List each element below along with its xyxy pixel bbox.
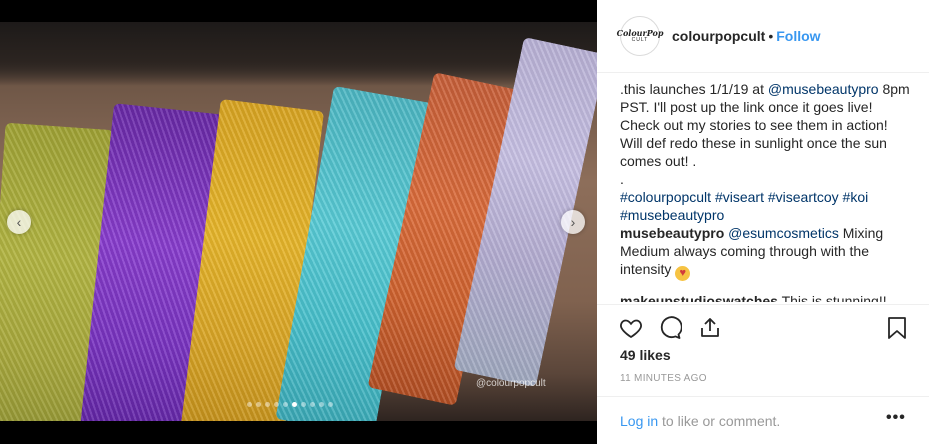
- post-footer: Log in to like or comment. •••: [597, 396, 929, 445]
- carousel-dot: [247, 402, 252, 407]
- comment-icon: [660, 316, 682, 339]
- previous-image-button[interactable]: ‹: [7, 210, 31, 234]
- chevron-left-icon: ‹: [16, 214, 22, 230]
- heart-icon: [620, 319, 642, 339]
- carousel-dot: [292, 402, 297, 407]
- comment: musebeautypro @esumcosmetics Mixing Medi…: [620, 224, 910, 281]
- instagram-post: @colourpopcult ‹ › ColourPop CULT colour…: [0, 0, 929, 444]
- caption-hashtags[interactable]: #colourpopcult #viseart #viseartcoy #koi…: [620, 188, 910, 224]
- comment-username[interactable]: musebeautypro: [620, 225, 724, 241]
- caption-text: .this launches 1/1/19 at @musebeautypro …: [620, 80, 910, 170]
- heart-eyes-emoji-icon: ♥: [675, 266, 691, 281]
- carousel-dot: [265, 402, 270, 407]
- share-button[interactable]: [697, 315, 723, 341]
- comment-truncated: makeupstudioswatches This is stunning!!: [620, 292, 887, 302]
- post-header: ColourPop CULT colourpopcult • Follow: [597, 0, 929, 73]
- login-prompt-text: to like or comment.: [658, 413, 781, 429]
- carousel-dot: [328, 402, 333, 407]
- user-row: colourpopcult • Follow: [672, 28, 821, 44]
- save-button[interactable]: [884, 315, 910, 341]
- login-prompt: Log in to like or comment.: [620, 413, 780, 429]
- follow-button[interactable]: Follow: [776, 28, 820, 44]
- carousel-dot: [283, 402, 288, 407]
- caption-text-part: .this launches 1/1/19 at: [620, 81, 768, 97]
- carousel-dot: [319, 402, 324, 407]
- caption-mention-link[interactable]: @musebeautypro: [768, 81, 879, 97]
- likes-count[interactable]: 49 likes: [620, 347, 671, 363]
- bookmark-icon: [888, 317, 906, 339]
- separator: •: [768, 28, 774, 44]
- carousel-dot: [301, 402, 306, 407]
- carousel-dots: [247, 402, 333, 407]
- swatch-photo[interactable]: @colourpopcult: [0, 22, 597, 421]
- comment-mention-link[interactable]: @esumcosmetics: [728, 225, 839, 241]
- post-sidebar: ColourPop CULT colourpopcult • Follow .thi…: [597, 0, 929, 444]
- login-link[interactable]: Log in: [620, 413, 658, 429]
- username-link[interactable]: colourpopcult: [672, 28, 765, 44]
- avatar-logo-subtext: CULT: [631, 37, 649, 43]
- share-icon: [701, 318, 719, 337]
- avatar[interactable]: ColourPop CULT: [617, 16, 663, 56]
- comment-username[interactable]: makeupstudioswatches: [620, 293, 778, 302]
- comment-text: This is stunning!!: [777, 293, 887, 302]
- carousel-dot: [310, 402, 315, 407]
- more-options-icon[interactable]: •••: [886, 409, 906, 427]
- photo-background: [0, 22, 597, 86]
- action-bar: [597, 304, 929, 347]
- photo-watermark: @colourpopcult: [476, 378, 546, 389]
- caption: .this launches 1/1/19 at @musebeautypro …: [620, 80, 910, 281]
- comment-button[interactable]: [657, 315, 683, 341]
- chevron-right-icon: ›: [570, 214, 576, 230]
- next-image-button[interactable]: ›: [561, 210, 585, 234]
- timestamp[interactable]: 11 MINUTES AGO: [620, 373, 707, 384]
- post-media: @colourpopcult ‹ ›: [0, 0, 597, 444]
- carousel-dot: [256, 402, 261, 407]
- caption-dot-line: .: [620, 171, 624, 187]
- avatar-logo-text: ColourPop: [616, 28, 664, 38]
- carousel-dot: [274, 402, 279, 407]
- like-button[interactable]: [618, 315, 644, 341]
